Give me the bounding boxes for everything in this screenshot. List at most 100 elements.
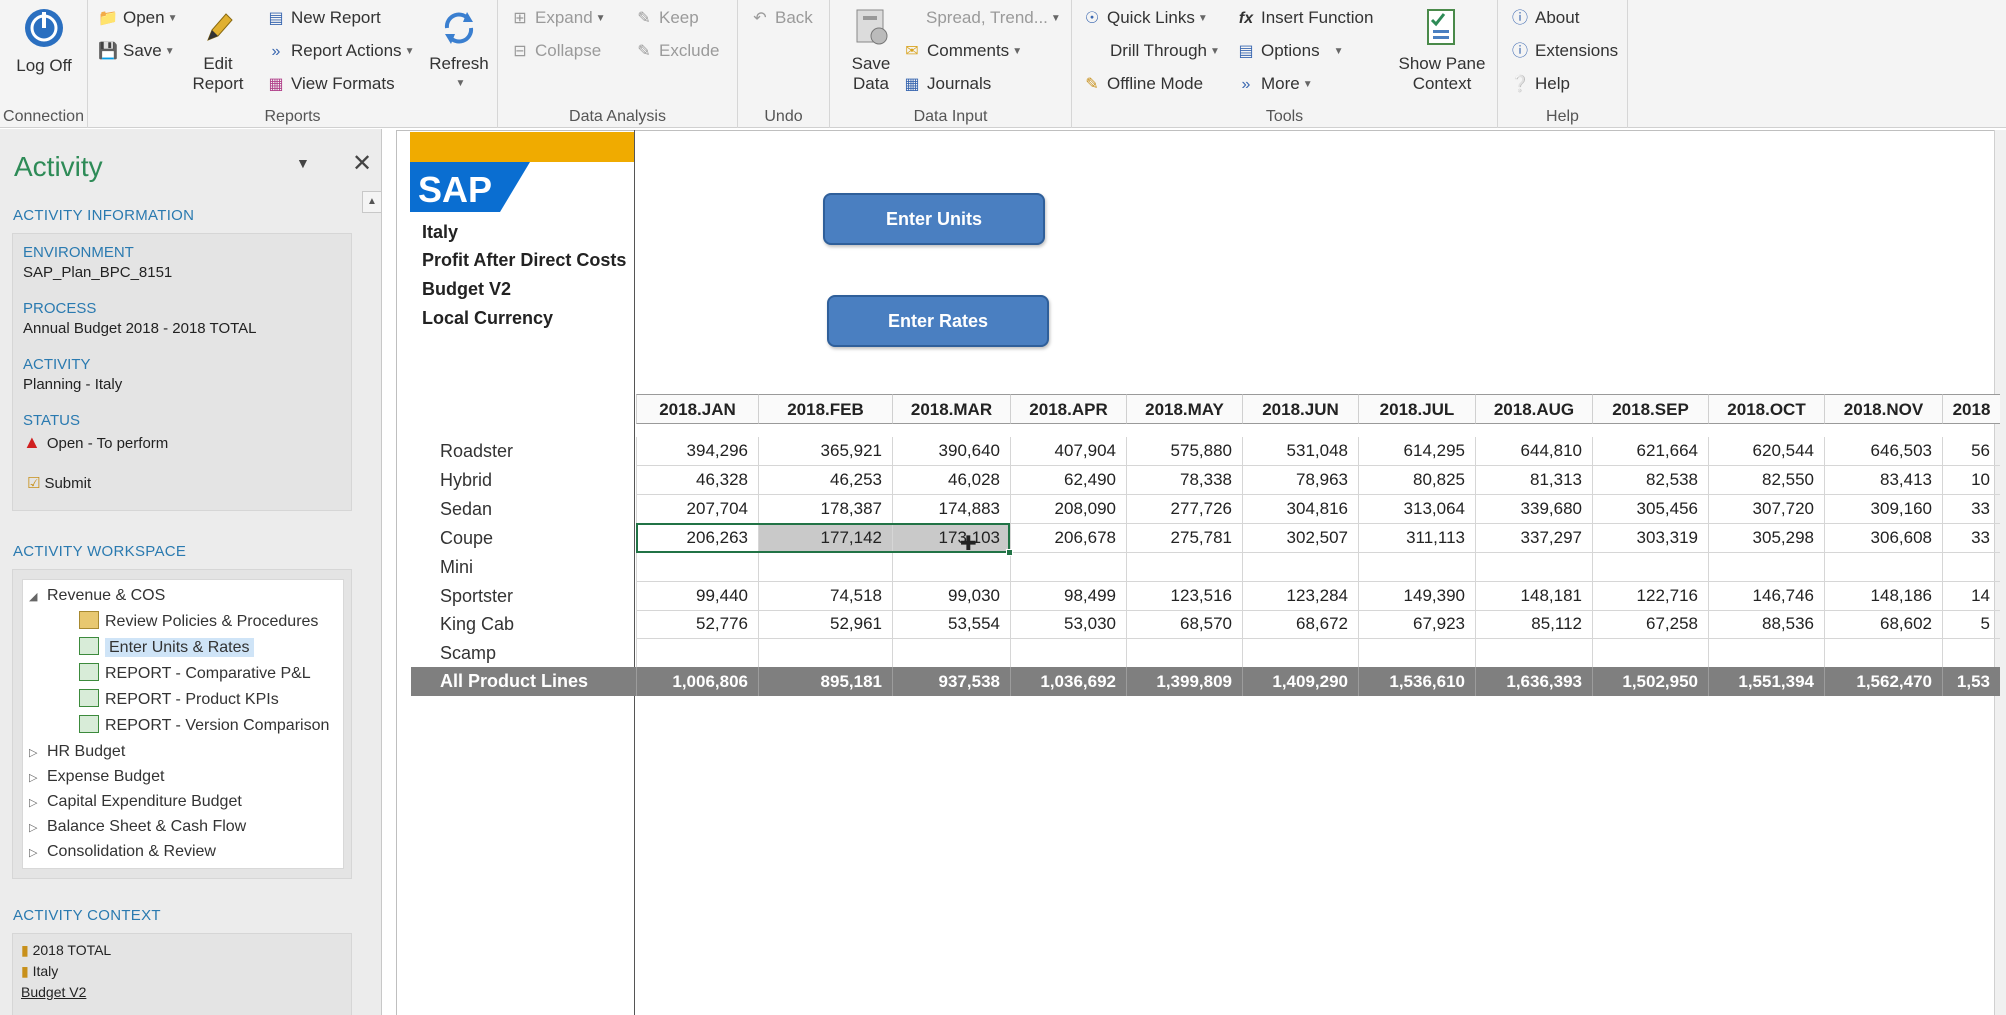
data-cell[interactable]: 46,328 xyxy=(636,466,758,495)
data-cell[interactable] xyxy=(1592,553,1708,582)
data-cell[interactable]: 67,258 xyxy=(1592,610,1708,639)
data-cell[interactable]: 277,726 xyxy=(1126,495,1242,524)
data-cell[interactable]: 53,554 xyxy=(892,610,1010,639)
data-cell[interactable] xyxy=(1592,639,1708,668)
total-cell[interactable]: 1,006,806 xyxy=(636,667,758,696)
view-formats-button[interactable]: ▦ View Formats xyxy=(266,72,394,96)
column-header[interactable]: 2018.MAR xyxy=(892,394,1010,424)
total-cell[interactable]: 1,536,610 xyxy=(1358,667,1475,696)
edit-report-button[interactable]: Edit Report xyxy=(186,8,250,94)
submit-button[interactable]: ☑ Submit xyxy=(27,474,91,492)
data-cell[interactable]: 68,570 xyxy=(1126,610,1242,639)
help-button[interactable]: ❔ Help xyxy=(1510,72,1570,96)
data-cell[interactable]: 394,296 xyxy=(636,437,758,466)
about-button[interactable]: ⓘ About xyxy=(1510,6,1579,30)
data-cell[interactable]: 148,186 xyxy=(1824,582,1942,611)
expand-button[interactable]: ⊞ Expand ▼ xyxy=(510,6,605,30)
data-cell[interactable] xyxy=(892,639,1010,668)
total-cell[interactable]: 1,53 xyxy=(1942,667,2000,696)
data-cell[interactable] xyxy=(1708,639,1824,668)
data-cell[interactable]: 82,550 xyxy=(1708,466,1824,495)
pane-close-icon[interactable]: ✕ xyxy=(352,149,372,178)
column-header[interactable]: 2018 xyxy=(1942,394,2000,424)
data-cell[interactable] xyxy=(1358,639,1475,668)
data-cell[interactable] xyxy=(892,553,1010,582)
context-item-italy[interactable]: ▮ Italy xyxy=(21,963,58,980)
data-cell[interactable]: 307,720 xyxy=(1708,495,1824,524)
data-cell[interactable]: 207,704 xyxy=(636,495,758,524)
data-cell[interactable]: 62,490 xyxy=(1010,466,1126,495)
context-item-budget-v2[interactable]: Budget V2 xyxy=(21,984,86,1000)
row-label[interactable]: Mini xyxy=(440,553,473,581)
data-cell[interactable] xyxy=(758,639,892,668)
column-header[interactable]: 2018.SEP xyxy=(1592,394,1708,424)
data-cell[interactable]: 98,499 xyxy=(1010,582,1126,611)
tree-node-capex-budget[interactable]: ▷ Capital Expenditure Budget xyxy=(29,790,242,814)
data-cell[interactable]: 122,716 xyxy=(1592,582,1708,611)
refresh-button[interactable]: Refresh ▼ xyxy=(424,8,494,94)
context-item-total[interactable]: ▮ 2018 TOTAL xyxy=(21,942,111,959)
data-cell[interactable]: 67,923 xyxy=(1358,610,1475,639)
data-cell[interactable]: 305,298 xyxy=(1708,524,1824,553)
report-actions-button[interactable]: » Report Actions ▼ xyxy=(266,39,415,63)
data-cell[interactable] xyxy=(1942,639,2000,668)
data-cell[interactable]: 407,904 xyxy=(1010,437,1126,466)
total-cell[interactable]: 1,636,393 xyxy=(1475,667,1592,696)
data-cell[interactable]: 52,776 xyxy=(636,610,758,639)
column-header[interactable]: 2018.JUN xyxy=(1242,394,1358,424)
extensions-button[interactable]: ⓘ Extensions xyxy=(1510,39,1618,63)
comments-button[interactable]: ✉ Comments ▼ xyxy=(902,39,1022,63)
column-header[interactable]: 2018.OCT xyxy=(1708,394,1824,424)
data-cell[interactable]: 309,160 xyxy=(1824,495,1942,524)
new-report-button[interactable]: ▤ New Report xyxy=(266,6,380,30)
tree-item-enter-units-rates[interactable]: Enter Units & Rates xyxy=(79,636,254,660)
tree-expand-icon[interactable]: ▷ xyxy=(29,816,47,840)
tree-item-report-product-kpis[interactable]: REPORT - Product KPIs xyxy=(79,688,279,712)
enter-units-button[interactable]: Enter Units xyxy=(823,193,1045,245)
tree-node-hr-budget[interactable]: ▷ HR Budget xyxy=(29,740,125,764)
data-cell[interactable] xyxy=(1824,553,1942,582)
data-cell[interactable]: 85,112 xyxy=(1475,610,1592,639)
tree-node-consolidation[interactable]: ▷ Consolidation & Review xyxy=(29,840,216,864)
data-cell[interactable] xyxy=(1942,553,2000,582)
data-cell[interactable]: 149,390 xyxy=(1358,582,1475,611)
data-cell[interactable]: 46,253 xyxy=(758,466,892,495)
column-header[interactable]: 2018.JAN xyxy=(636,394,758,424)
data-cell[interactable]: 311,113 xyxy=(1358,524,1475,553)
column-header[interactable]: 2018.NOV xyxy=(1824,394,1942,424)
data-cell[interactable] xyxy=(758,553,892,582)
data-cell[interactable]: 146,746 xyxy=(1708,582,1824,611)
column-header[interactable]: 2018.FEB xyxy=(758,394,892,424)
total-cell[interactable]: 1,562,470 xyxy=(1824,667,1942,696)
column-header[interactable]: 2018.JUL xyxy=(1358,394,1475,424)
data-cell[interactable] xyxy=(1126,553,1242,582)
data-cell[interactable]: 531,048 xyxy=(1242,437,1358,466)
tree-item-review-policies[interactable]: Review Policies & Procedures xyxy=(79,610,318,634)
data-cell[interactable]: 339,680 xyxy=(1475,495,1592,524)
data-cell[interactable]: 99,440 xyxy=(636,582,758,611)
data-cell[interactable]: 302,507 xyxy=(1242,524,1358,553)
data-cell[interactable]: 275,781 xyxy=(1126,524,1242,553)
offline-mode-button[interactable]: ✎ Offline Mode xyxy=(1082,72,1203,96)
data-cell[interactable] xyxy=(1242,553,1358,582)
tree-node-balance-sheet[interactable]: ▷ Balance Sheet & Cash Flow xyxy=(29,815,246,839)
pane-scroll-up-icon[interactable]: ▲ xyxy=(362,191,381,213)
data-cell[interactable]: 88,536 xyxy=(1708,610,1824,639)
enter-rates-button[interactable]: Enter Rates xyxy=(827,295,1049,347)
data-cell[interactable]: 53,030 xyxy=(1010,610,1126,639)
data-cell[interactable]: 82,538 xyxy=(1592,466,1708,495)
data-cell[interactable]: 68,672 xyxy=(1242,610,1358,639)
keep-button[interactable]: ✎ Keep xyxy=(634,6,698,30)
data-cell[interactable]: 52,961 xyxy=(758,610,892,639)
column-header[interactable]: 2018.AUG xyxy=(1475,394,1592,424)
data-cell[interactable] xyxy=(636,553,758,582)
data-cell[interactable]: 83,413 xyxy=(1824,466,1942,495)
tree-collapse-icon[interactable]: ◢ xyxy=(29,585,47,609)
data-cell[interactable]: 614,295 xyxy=(1358,437,1475,466)
data-cell[interactable]: 68,602 xyxy=(1824,610,1942,639)
data-cell[interactable]: 178,387 xyxy=(758,495,892,524)
data-cell[interactable] xyxy=(636,639,758,668)
total-cell[interactable]: 1,502,950 xyxy=(1592,667,1708,696)
save-data-button[interactable]: Save Data xyxy=(836,6,906,94)
data-cell[interactable] xyxy=(1824,639,1942,668)
